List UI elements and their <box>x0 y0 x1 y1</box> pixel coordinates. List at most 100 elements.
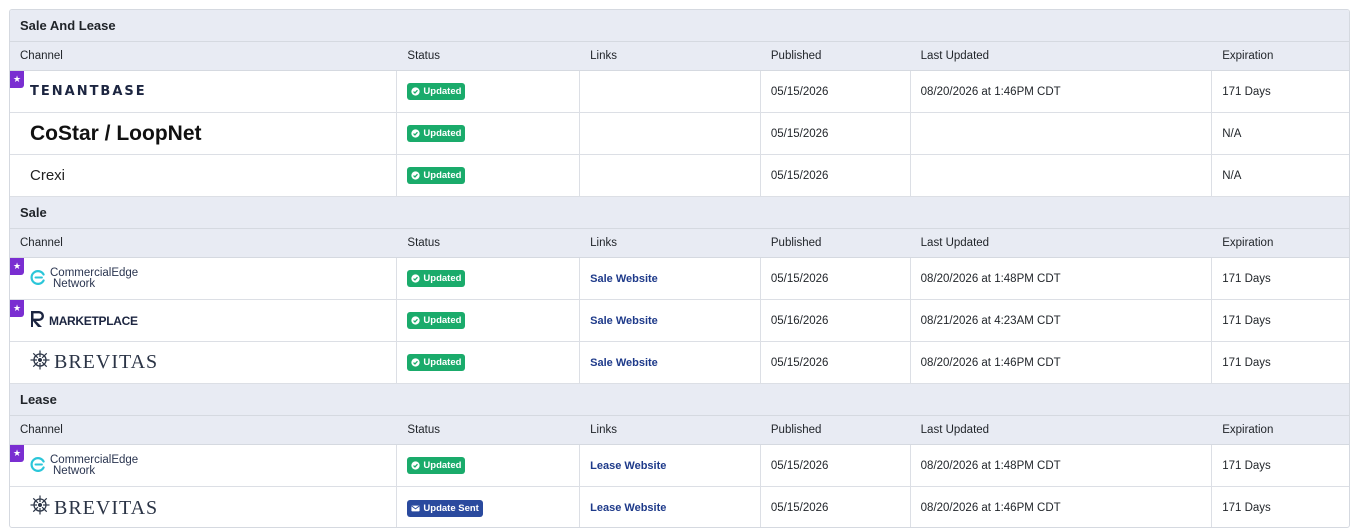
column-header-channel: Channel <box>20 237 63 249</box>
featured-star-icon: ★ <box>10 71 24 88</box>
logo-text-block: CommercialEdge Network <box>50 454 138 477</box>
last-updated <box>911 155 1213 196</box>
status-badge: Updated <box>407 457 466 474</box>
links-cell: Sale Website <box>580 342 761 383</box>
status-cell: Update Sent <box>397 487 581 527</box>
published-date: 05/15/2026 <box>761 71 911 112</box>
status-cell: Updated <box>397 113 581 154</box>
channel-cell: CommercialEdge Network <box>10 258 398 299</box>
channel-cell: BREVITAS <box>10 342 398 383</box>
website-link[interactable]: Sale Website <box>590 357 658 369</box>
column-header-last-updated: Last Updated <box>920 424 990 436</box>
last-updated <box>911 113 1213 154</box>
syndication-table: Sale And Lease Channel Status Links Publishe… <box>9 9 1350 528</box>
links-cell <box>580 113 761 154</box>
website-link[interactable]: Lease Website <box>590 460 666 472</box>
expiration: 171 Days <box>1222 459 1271 472</box>
table-row: BREVITAS Update Sent Lease Website 05/15/20… <box>10 487 1349 527</box>
last-updated: 08/20/2026 at 1:48PM CDT <box>911 445 1213 486</box>
r-logo-icon <box>30 310 46 331</box>
website-link[interactable]: Lease Website <box>590 502 666 514</box>
commercialedge-logo-icon <box>30 456 47 476</box>
published-date: 05/15/2026 <box>761 445 911 486</box>
check-circle-icon <box>411 358 421 367</box>
channel-cell: CommercialEdge Network <box>10 445 398 486</box>
channel-logo-crexi: Crexi <box>30 167 65 184</box>
channel-logo-commercialedge: CommercialEdge Network <box>20 454 138 477</box>
ships-wheel-icon <box>30 350 50 376</box>
check-circle-icon <box>411 316 421 325</box>
channel-logo-tenantbase: TENANTBASE <box>20 84 147 99</box>
table-row: MARKETPLACE ★ Updated Sale Website 05/16/202… <box>10 300 1349 342</box>
channel-cell: CoStar / LoopNet <box>10 113 398 154</box>
published-date: 05/15/2026 <box>761 155 911 196</box>
status-label: Updated <box>423 273 462 284</box>
check-circle-icon <box>411 274 421 283</box>
logo-subtext: Network <box>53 277 96 290</box>
last-updated: 08/20/2026 at 1:46PM CDT <box>911 71 1213 112</box>
last-updated: 08/20/2026 at 1:46PM CDT <box>911 342 1213 383</box>
table-row: BREVITAS Updated Sale Website 05/15/2026 08/… <box>10 342 1349 384</box>
published-date: 05/15/2026 <box>761 113 911 154</box>
channel-cell: BREVITAS <box>10 487 398 527</box>
column-header-channel: Channel <box>20 424 63 436</box>
column-header-published: Published <box>770 50 822 62</box>
status-badge: Updated <box>407 270 466 287</box>
channel-logo-commercialedge: CommercialEdge Network <box>20 266 139 290</box>
section-title: Sale <box>10 197 1349 229</box>
status-label: Updated <box>423 86 462 97</box>
website-link[interactable]: Sale Website <box>590 315 658 327</box>
status-badge: Update Sent <box>407 499 483 517</box>
column-header-published: Published <box>770 424 822 436</box>
section-title: Lease <box>10 384 1349 416</box>
channel-cell: TENANTBASE <box>10 71 398 112</box>
table-row: Crexi Updated 05/15/2026 N/A <box>10 155 1349 197</box>
column-header-row: Channel Status Links Published Last Updated E… <box>10 42 1349 71</box>
links-cell: Lease Website <box>580 445 761 486</box>
column-header-expiration: Expiration <box>1222 50 1274 62</box>
status-badge: Updated <box>407 83 466 100</box>
logo-text: MARKETPLACE <box>49 313 138 328</box>
ships-wheel-icon <box>30 495 50 521</box>
links-cell: Lease Website <box>580 487 761 527</box>
featured-star-icon: ★ <box>10 258 24 275</box>
published-date: 05/15/2026 <box>761 258 911 299</box>
published-date: 05/16/2026 <box>761 300 911 341</box>
table-row: CommercialEdge Network ★ Updated Lease Websi… <box>10 445 1349 487</box>
status-label: Updated <box>423 128 462 139</box>
channel-logo-rmarketplace: MARKETPLACE <box>20 310 138 331</box>
expiration: 171 Days <box>1222 272 1271 285</box>
status-label: Update Sent <box>423 502 479 514</box>
column-header-expiration: Expiration <box>1222 237 1274 249</box>
logo-text: CommercialEdge <box>50 266 139 279</box>
status-cell: Updated <box>397 155 581 196</box>
logo-subtext: Network <box>53 464 96 477</box>
links-cell <box>580 155 761 196</box>
status-cell: Updated <box>397 71 581 112</box>
status-cell: Updated <box>397 258 581 299</box>
column-header-status: Status <box>407 424 441 436</box>
logo-text: TENANTBASE <box>30 84 147 99</box>
links-cell: Sale Website <box>580 258 761 299</box>
column-header-row: Channel Status Links Published Last Updated E… <box>10 229 1349 258</box>
expiration: 171 Days <box>1222 85 1271 98</box>
logo-text: BREVITAS <box>54 496 159 519</box>
expiration: N/A <box>1222 127 1242 140</box>
check-circle-icon <box>411 461 421 470</box>
expiration: 171 Days <box>1222 356 1271 369</box>
website-link[interactable]: Sale Website <box>590 273 658 285</box>
commercialedge-logo-icon <box>30 269 47 289</box>
status-badge: Updated <box>407 312 466 329</box>
check-circle-icon <box>411 129 421 138</box>
last-updated: 08/20/2026 at 1:48PM CDT <box>911 258 1213 299</box>
envelope-icon <box>411 504 420 513</box>
status-label: Updated <box>423 315 462 326</box>
table-row: CoStar / LoopNet Updated 05/15/2026 N/A <box>10 113 1349 155</box>
column-header-links: Links <box>590 50 617 62</box>
column-header-expiration: Expiration <box>1222 424 1274 436</box>
status-label: Updated <box>423 170 462 181</box>
links-cell <box>580 71 761 112</box>
column-header-status: Status <box>407 50 441 62</box>
channel-logo-brevitas: BREVITAS <box>20 350 158 376</box>
status-badge: Updated <box>407 167 466 184</box>
